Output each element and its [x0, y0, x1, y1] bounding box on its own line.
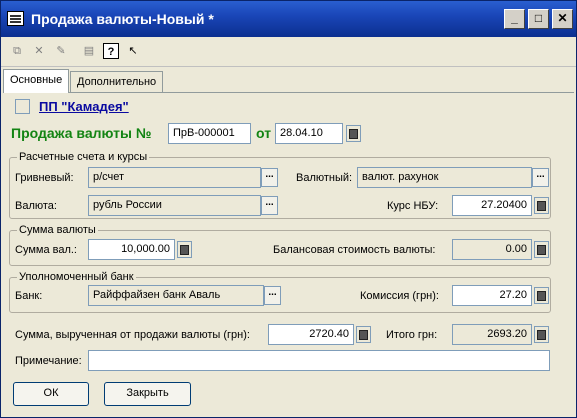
- close-form-button[interactable]: Закрыть: [104, 382, 191, 406]
- pointer-help-icon[interactable]: ↖: [125, 43, 141, 59]
- title-bar[interactable]: Продажа валюты-Новый * _ □ ✕: [1, 1, 576, 37]
- currency-label: Валюта:: [15, 200, 57, 212]
- toolbar: ⧉ ✕ ✎ ▤ ? ↖: [1, 37, 576, 67]
- amount-group-title: Сумма валюты: [17, 224, 98, 236]
- total-uah-calculator-button[interactable]: [534, 326, 549, 343]
- document-title: Продажа валюты №: [11, 125, 152, 141]
- fx-account-select-button[interactable]: ...: [532, 168, 549, 187]
- tab-strip: Основные Дополнительно: [1, 69, 576, 93]
- calendar-button[interactable]: [346, 125, 361, 142]
- maximize-button[interactable]: □: [528, 9, 549, 29]
- ok-button[interactable]: ОК: [13, 382, 89, 406]
- proceeds-label: Сумма, вырученная от продажи валюты (грн…: [15, 329, 250, 341]
- document-number-field[interactable]: ПрВ-000001: [168, 123, 251, 144]
- bank-label: Банк:: [15, 290, 43, 302]
- accounts-group-title: Расчетные счета и курсы: [17, 151, 150, 163]
- currency-field[interactable]: рубль России: [88, 195, 261, 216]
- currency-amount-calculator-button[interactable]: [177, 241, 192, 258]
- fx-account-field[interactable]: валют. рахунок: [357, 167, 532, 188]
- proceeds-field[interactable]: 2720.40: [268, 324, 354, 345]
- bank-select-button[interactable]: ...: [264, 286, 281, 305]
- proceeds-calculator-button[interactable]: [356, 326, 371, 343]
- document-window: Продажа валюты-Новый * _ □ ✕ ⧉ ✕ ✎ ▤ ? ↖…: [0, 0, 577, 418]
- total-uah-field: 2693.20: [452, 324, 532, 345]
- note-field[interactable]: [88, 350, 550, 371]
- nbu-rate-label: Курс НБУ:: [387, 200, 439, 212]
- uah-account-field[interactable]: р/счет: [88, 167, 261, 188]
- balance-value-label: Балансовая стоимость валюты:: [273, 244, 436, 256]
- balance-value-calculator-button[interactable]: [534, 241, 549, 258]
- currency-amount-field[interactable]: 10,000.00: [88, 239, 175, 260]
- uah-account-label: Гривневый:: [15, 172, 74, 184]
- delete-icon[interactable]: ✕: [31, 43, 47, 59]
- edit-icon[interactable]: ✎: [53, 43, 69, 59]
- organization-link[interactable]: ПП "Камадея": [39, 99, 129, 114]
- commission-calculator-button[interactable]: [534, 287, 549, 304]
- balance-value-field: 0.00: [452, 239, 532, 260]
- copy-icon[interactable]: ⧉: [9, 43, 25, 59]
- nbu-rate-field[interactable]: 27.20400: [452, 195, 532, 216]
- nbu-rate-calculator-button[interactable]: [534, 197, 549, 214]
- minimize-button[interactable]: _: [504, 9, 525, 29]
- help-icon[interactable]: ?: [103, 43, 119, 59]
- note-label: Примечание:: [15, 355, 82, 367]
- currency-amount-label: Сумма вал.:: [15, 244, 77, 256]
- main-panel: ПП "Камадея" Продажа валюты № ПрВ-000001…: [3, 92, 574, 417]
- currency-select-button[interactable]: ...: [261, 196, 278, 215]
- close-button[interactable]: ✕: [552, 9, 573, 29]
- document-icon: [7, 11, 24, 26]
- fx-account-label: Валютный:: [296, 172, 353, 184]
- view-icon[interactable]: ▤: [81, 43, 97, 59]
- uah-account-select-button[interactable]: ...: [261, 168, 278, 187]
- window-title: Продажа валюты-Новый *: [31, 11, 214, 27]
- org-select-button[interactable]: [15, 99, 30, 114]
- commission-label: Комиссия (грн):: [360, 290, 439, 302]
- commission-field[interactable]: 27.20: [452, 285, 532, 306]
- tab-additional[interactable]: Дополнительно: [70, 71, 164, 93]
- bank-field[interactable]: Райффайзен банк Аваль: [88, 285, 264, 306]
- document-date-field[interactable]: 28.04.10: [275, 123, 343, 144]
- from-label: от: [256, 125, 272, 141]
- bank-group-title: Уполномоченный банк: [17, 271, 136, 283]
- tab-main[interactable]: Основные: [3, 69, 70, 93]
- total-uah-label: Итого грн:: [386, 329, 438, 341]
